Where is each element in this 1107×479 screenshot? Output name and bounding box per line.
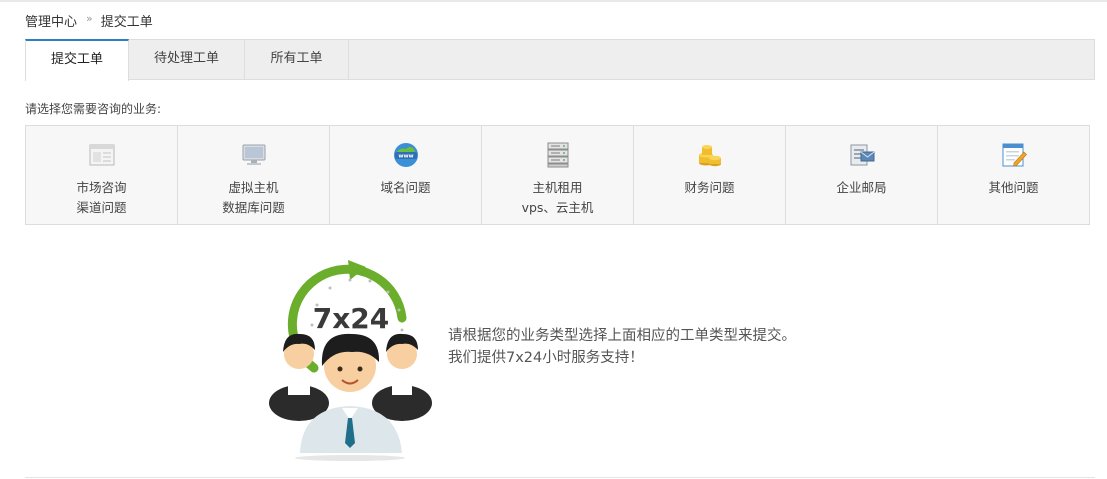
category-label: 其他问题 [988, 180, 1039, 195]
www-globe-icon: www [393, 143, 418, 167]
category-label: 财务问题 [684, 180, 735, 195]
top-divider [0, 0, 1107, 2]
category-other[interactable]: 其他问题 [938, 126, 1089, 224]
category-prompt: 请选择您需要咨询的业务: [25, 102, 162, 116]
tab-pending-tickets[interactable]: 待处理工单 [129, 39, 245, 80]
notepad-pencil-icon [1002, 143, 1027, 167]
mail-icon [850, 144, 874, 166]
category-sublabel: 数据库问题 [222, 200, 285, 215]
tab-all-tickets[interactable]: 所有工单 [245, 39, 349, 80]
category-sublabel: 渠道问题 [76, 200, 127, 215]
breadcrumb-separator-icon: » [86, 12, 93, 25]
category-label: 虚拟主机 [228, 180, 279, 195]
support-message-line1: 请根据您的业务类型选择上面相应的工单类型来提交。 [448, 328, 796, 344]
category-host-rental[interactable]: 主机租用 vps、云主机 [482, 126, 634, 224]
support-message: 请根据您的业务类型选择上面相应的工单类型来提交。 我们提供7x24小时服务支持！ [448, 325, 796, 369]
category-label: 企业邮局 [836, 180, 887, 195]
category-market[interactable]: 市场咨询 渠道问题 [26, 126, 178, 224]
category-domain[interactable]: www 域名问题 [330, 126, 482, 224]
tab-submit-ticket[interactable]: 提交工单 [25, 39, 129, 81]
coins-icon [698, 145, 721, 167]
badge-7x24: 7x24 [313, 302, 390, 335]
breadcrumb-home-link[interactable]: 管理中心 [25, 11, 77, 30]
support-message-line2: 我们提供7x24小时服务支持！ [448, 350, 644, 366]
support-team-illustration: 7x24 [269, 260, 432, 461]
category-grid: 市场咨询 渠道问题 虚拟主机 数据库问题 www 域名问题 主机租用 vps、云… [25, 125, 1090, 225]
monitor-icon [242, 144, 265, 165]
category-label: 主机租用 [532, 180, 583, 195]
server-rack-icon [547, 142, 568, 168]
svg-text:www: www [398, 154, 413, 160]
window-icon [89, 144, 114, 166]
category-label: 域名问题 [380, 180, 431, 195]
category-label: 市场咨询 [76, 180, 127, 195]
category-virtual-host[interactable]: 虚拟主机 数据库问题 [178, 126, 330, 224]
category-enterprise-mail[interactable]: 企业邮局 [786, 126, 938, 224]
category-sublabel: vps、云主机 [521, 200, 594, 215]
breadcrumb: 管理中心 » 提交工单 [25, 11, 153, 30]
bottom-divider [25, 477, 1095, 478]
category-finance[interactable]: 财务问题 [634, 126, 786, 224]
breadcrumb-current: 提交工单 [100, 15, 153, 30]
ticket-tabs: 提交工单 待处理工单 所有工单 [25, 39, 1095, 81]
